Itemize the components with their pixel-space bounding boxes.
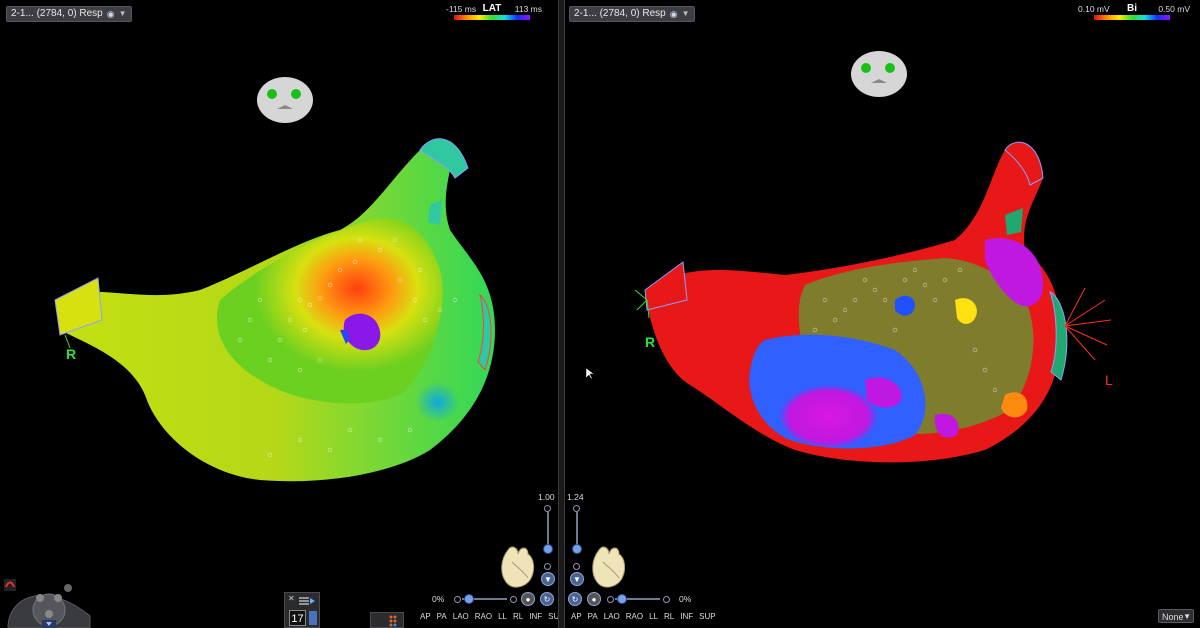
right-zoom-plus-icon[interactable]	[573, 505, 580, 512]
view-sup[interactable]: SUP	[699, 612, 715, 621]
orientation-right-label: R	[645, 334, 656, 350]
orientation-left-label: L	[1105, 372, 1113, 388]
right-opacity-minus-icon[interactable]	[607, 596, 614, 603]
none-select[interactable]: None ▼	[1158, 609, 1194, 623]
voltage-anatomy-map[interactable]	[565, 0, 1200, 628]
close-icon[interactable]: ✕	[288, 594, 295, 603]
right-zoom-knob[interactable]	[572, 544, 582, 554]
view-ll[interactable]: LL	[649, 612, 658, 621]
count-box[interactable]: ✕ 17	[284, 592, 320, 628]
right-map-pane[interactable]: 2-1... (2784, 0) Resp ◉ ▼ 0.10 mV Bi 0.5…	[565, 0, 1200, 628]
count-value[interactable]: 17	[289, 610, 306, 626]
left-zoom-slider[interactable]	[547, 512, 549, 548]
view-lao[interactable]: LAO	[604, 612, 620, 621]
navigation-widget[interactable]	[6, 576, 92, 628]
count-stepper[interactable]	[309, 611, 317, 625]
left-sphere-icon[interactable]: ●	[521, 592, 535, 606]
mouse-cursor-icon	[586, 368, 594, 380]
left-view-buttons: AP PA LAO RAO LL RL INF SUP	[420, 612, 558, 621]
right-view-buttons: AP PA LAO RAO LL RL INF SUP	[571, 612, 716, 621]
view-pa[interactable]: PA	[437, 612, 447, 621]
none-select-value: None	[1162, 612, 1184, 622]
view-rl[interactable]: RL	[513, 612, 523, 621]
view-ll[interactable]: LL	[498, 612, 507, 621]
left-opacity-plus-icon[interactable]	[510, 596, 517, 603]
view-rao[interactable]: RAO	[475, 612, 492, 621]
left-opacity-value: 0%	[432, 594, 445, 604]
right-opacity-plus-icon[interactable]	[663, 596, 670, 603]
left-zoom-knob[interactable]	[543, 544, 553, 554]
lat-anatomy-map[interactable]	[0, 0, 558, 628]
right-rotate-icon[interactable]: ↻	[568, 592, 582, 606]
view-inf[interactable]: INF	[680, 612, 693, 621]
heart-model-icon[interactable]	[498, 542, 538, 592]
view-pa[interactable]: PA	[588, 612, 598, 621]
orientation-right-label: R	[66, 346, 77, 362]
app-logo-icon	[4, 578, 16, 591]
left-opacity-knob[interactable]	[464, 594, 474, 604]
view-ap[interactable]: AP	[420, 612, 431, 621]
points-icon[interactable]	[370, 612, 404, 628]
left-expand-icon[interactable]: ▼	[541, 572, 555, 586]
right-zoom-slider[interactable]	[576, 512, 578, 548]
left-zoom-value: 1.00	[538, 492, 555, 502]
view-lao[interactable]: LAO	[453, 612, 469, 621]
view-ap[interactable]: AP	[571, 612, 582, 621]
right-opacity-knob[interactable]	[617, 594, 627, 604]
pane-divider[interactable]	[558, 0, 565, 628]
right-expand-icon[interactable]: ▼	[570, 572, 584, 586]
left-map-pane[interactable]: 2-1... (2784, 0) Resp ◉ ▼ -115 ms LAT 11…	[0, 0, 558, 628]
left-opacity-minus-icon[interactable]	[454, 596, 461, 603]
right-zoom-minus-icon[interactable]	[573, 563, 580, 570]
left-zoom-minus-icon[interactable]	[544, 563, 551, 570]
right-sphere-icon[interactable]: ●	[587, 592, 601, 606]
view-rl[interactable]: RL	[664, 612, 674, 621]
chevron-down-icon: ▼	[1183, 612, 1191, 621]
view-inf[interactable]: INF	[529, 612, 542, 621]
right-opacity-value: 0%	[679, 594, 692, 604]
view-sup[interactable]: SUP	[548, 612, 558, 621]
right-zoom-value: 1.24	[567, 492, 584, 502]
left-zoom-plus-icon[interactable]	[544, 505, 551, 512]
heart-model-icon[interactable]	[589, 542, 629, 592]
left-rotate-icon[interactable]: ↻	[540, 592, 554, 606]
view-rao[interactable]: RAO	[626, 612, 643, 621]
catheter-icon	[299, 597, 315, 605]
